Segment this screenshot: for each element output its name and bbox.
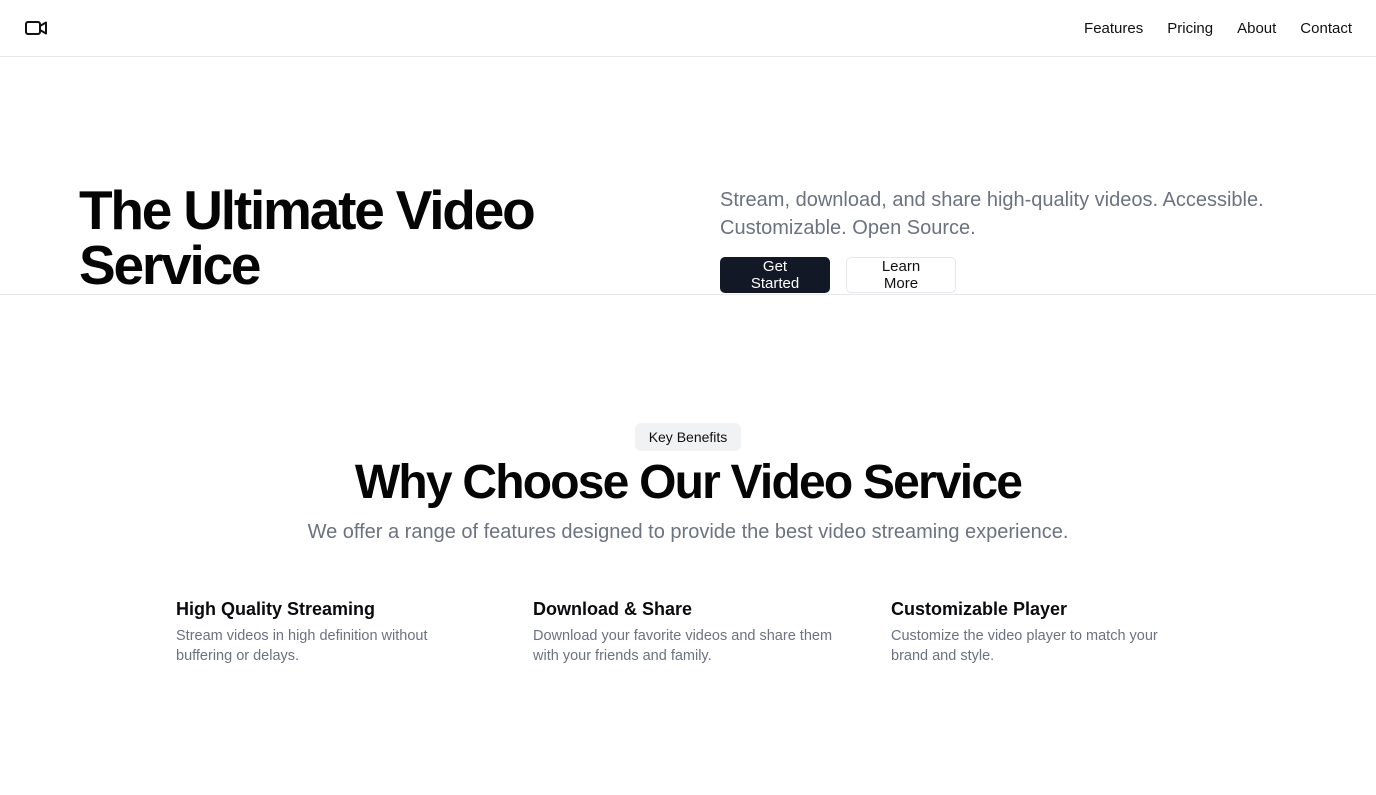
feature-card-customizable-player: Customizable Player Customize the video … — [891, 596, 1191, 666]
nav-pricing[interactable]: Pricing — [1167, 20, 1213, 37]
nav-about[interactable]: About — [1237, 20, 1276, 37]
hero-title: The Ultimate Video Service — [79, 179, 536, 296]
feature-title: High Quality Streaming — [176, 599, 376, 619]
benefits-section: Key Benefits Why Choose Our Video Servic… — [0, 295, 1376, 795]
hero-section: The Ultimate Video Service Stream, downl… — [0, 57, 1376, 295]
feature-description: Stream videos in high definition without… — [176, 628, 428, 664]
feature-title: Customizable Player — [891, 599, 1068, 619]
hero-actions: Get Started Learn More — [720, 257, 956, 293]
feature-description: Download your favorite videos and share … — [533, 628, 833, 664]
nav-contact[interactable]: Contact — [1300, 20, 1352, 37]
video-camera-icon[interactable] — [24, 18, 48, 38]
site-header: Features Pricing About Contact — [0, 0, 1376, 57]
learn-more-button[interactable]: Learn More — [846, 257, 956, 293]
main-nav: Features Pricing About Contact — [1084, 0, 1352, 56]
feature-description: Customize the video player to match your… — [891, 628, 1158, 664]
hero-subtitle: Stream, download, and share high-quality… — [720, 189, 1264, 239]
feature-card-high-quality-streaming: High Quality Streaming Stream videos in … — [176, 596, 476, 666]
get-started-button[interactable]: Get Started — [720, 257, 830, 293]
nav-features[interactable]: Features — [1084, 20, 1143, 37]
key-benefits-badge: Key Benefits — [635, 423, 741, 451]
benefits-subtitle: We offer a range of features designed to… — [307, 521, 1069, 543]
benefits-title: Why Choose Our Video Service — [354, 456, 1023, 509]
feature-title: Download & Share — [533, 599, 693, 619]
feature-card-download-share: Download & Share Download your favorite … — [533, 596, 853, 666]
